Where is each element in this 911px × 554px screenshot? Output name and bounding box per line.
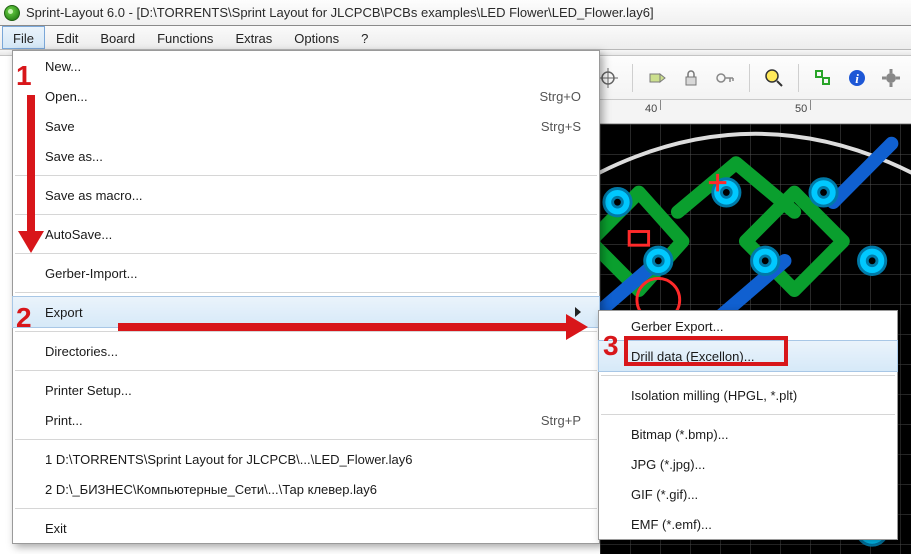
menu-help[interactable]: ?: [350, 26, 379, 49]
label: Open...: [45, 89, 88, 104]
label: Directories...: [45, 344, 118, 359]
ruler-tick: [810, 100, 811, 110]
tool-key-icon[interactable]: [711, 64, 739, 92]
menu-board[interactable]: Board: [89, 26, 146, 49]
menu-gerber-import[interactable]: Gerber-Import...: [13, 258, 599, 288]
label: Isolation milling (HPGL, *.plt): [631, 388, 797, 403]
menu-separator: [601, 375, 895, 376]
label: Gerber Export...: [631, 319, 723, 334]
label: Print...: [45, 413, 83, 428]
menu-save[interactable]: Save Strg+S: [13, 111, 599, 141]
label: JPG (*.jpg)...: [631, 457, 705, 472]
menu-separator: [15, 331, 597, 332]
tool-lock-icon[interactable]: [677, 64, 705, 92]
menu-separator: [601, 414, 895, 415]
menu-open[interactable]: Open... Strg+O: [13, 81, 599, 111]
menu-file[interactable]: File: [2, 26, 45, 49]
ruler-tick-label: 40: [645, 103, 657, 115]
menu-options[interactable]: Options: [283, 26, 350, 49]
submenu-gerber-export[interactable]: Gerber Export...: [599, 311, 897, 341]
ruler-tick: [660, 100, 661, 110]
menu-separator: [15, 292, 597, 293]
svg-text:i: i: [855, 71, 859, 86]
menu-save-as[interactable]: Save as...: [13, 141, 599, 171]
menu-directories[interactable]: Directories...: [13, 336, 599, 366]
label: Save as...: [45, 149, 103, 164]
menu-separator: [15, 175, 597, 176]
submenu-gif[interactable]: GIF (*.gif)...: [599, 479, 897, 509]
window-title: Sprint-Layout 6.0 - [D:\TORRENTS\Sprint …: [26, 5, 654, 20]
label: AutoSave...: [45, 227, 112, 242]
label: Printer Setup...: [45, 383, 132, 398]
titlebar: Sprint-Layout 6.0 - [D:\TORRENTS\Sprint …: [0, 0, 911, 26]
menu-exit[interactable]: Exit: [13, 513, 599, 543]
menu-printer-setup[interactable]: Printer Setup...: [13, 375, 599, 405]
tool-gear-icon[interactable]: [877, 64, 905, 92]
menu-separator: [15, 370, 597, 371]
label: New...: [45, 59, 81, 74]
submenu-jpg[interactable]: JPG (*.jpg)...: [599, 449, 897, 479]
tool-crop-icon[interactable]: [809, 64, 837, 92]
label: 2 D:\_БИЗНЕС\Компьютерные_Сети\...\Тар к…: [45, 482, 377, 497]
menu-print[interactable]: Print... Strg+P: [13, 405, 599, 435]
label: EMF (*.emf)...: [631, 517, 712, 532]
menubar: File Edit Board Functions Extras Options…: [0, 26, 911, 50]
menu-export[interactable]: Export: [13, 297, 599, 327]
label: Save: [45, 119, 75, 134]
label: Save as macro...: [45, 188, 143, 203]
label: Gerber-Import...: [45, 266, 137, 281]
label: Exit: [45, 521, 67, 536]
menu-new[interactable]: New...: [13, 51, 599, 81]
label: Export: [45, 305, 83, 320]
submenu-drill-excellon[interactable]: Drill data (Excellon)...: [599, 341, 897, 371]
menu-separator: [15, 214, 597, 215]
file-menu-dropdown: New... Open... Strg+O Save Strg+S Save a…: [12, 50, 600, 544]
ruler: 40 50: [600, 100, 911, 124]
toolbar-separator: [749, 64, 750, 92]
menu-extras[interactable]: Extras: [224, 26, 283, 49]
shortcut: Strg+O: [539, 89, 581, 104]
menu-recent-1[interactable]: 1 D:\TORRENTS\Sprint Layout for JLCPCB\.…: [13, 444, 599, 474]
tool-magnifier-icon[interactable]: [760, 64, 788, 92]
submenu-bitmap[interactable]: Bitmap (*.bmp)...: [599, 419, 897, 449]
menu-autosave[interactable]: AutoSave...: [13, 219, 599, 249]
toolbar: i: [588, 56, 911, 100]
menu-functions[interactable]: Functions: [146, 26, 224, 49]
label: Drill data (Excellon)...: [631, 349, 755, 364]
tool-info-icon[interactable]: i: [843, 64, 871, 92]
shortcut: Strg+S: [541, 119, 581, 134]
menu-separator: [15, 439, 597, 440]
shortcut: Strg+P: [541, 413, 581, 428]
label: 1 D:\TORRENTS\Sprint Layout for JLCPCB\.…: [45, 452, 413, 467]
submenu-emf[interactable]: EMF (*.emf)...: [599, 509, 897, 539]
label: GIF (*.gif)...: [631, 487, 698, 502]
export-submenu: Gerber Export... Drill data (Excellon)..…: [598, 310, 898, 540]
app-icon: [4, 5, 20, 21]
toolbar-separator: [632, 64, 633, 92]
submenu-arrow-icon: [575, 307, 581, 317]
submenu-isolation-milling[interactable]: Isolation milling (HPGL, *.plt): [599, 380, 897, 410]
tool-tag-icon[interactable]: [643, 64, 671, 92]
menu-separator: [15, 508, 597, 509]
menu-separator: [15, 253, 597, 254]
toolbar-separator: [798, 64, 799, 92]
menu-recent-2[interactable]: 2 D:\_БИЗНЕС\Компьютерные_Сети\...\Тар к…: [13, 474, 599, 504]
menu-save-as-macro[interactable]: Save as macro...: [13, 180, 599, 210]
label: Bitmap (*.bmp)...: [631, 427, 729, 442]
menu-edit[interactable]: Edit: [45, 26, 89, 49]
ruler-tick-label: 50: [795, 103, 807, 115]
